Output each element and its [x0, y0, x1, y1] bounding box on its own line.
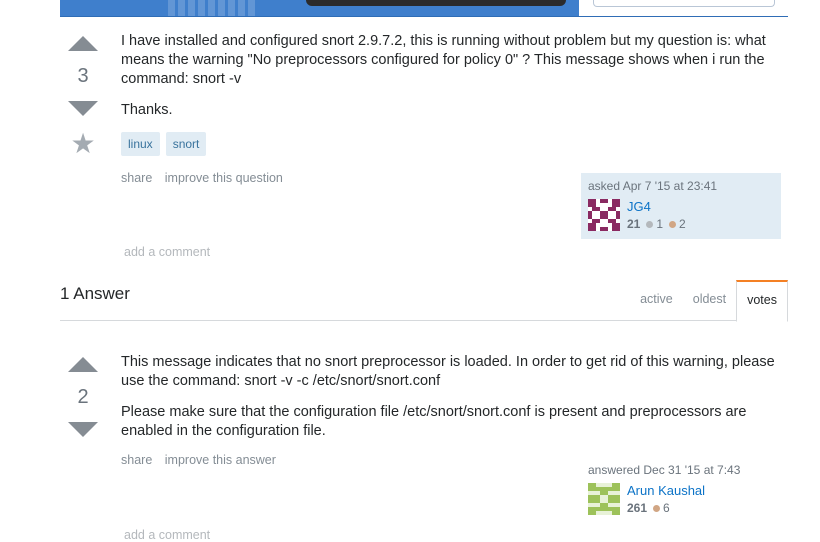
improve-answer-link[interactable]: improve this answer [165, 453, 276, 467]
share-link[interactable]: share [121, 453, 152, 467]
answers-count: 1 Answer [60, 284, 130, 303]
header-decoration [168, 0, 256, 16]
answer-user-signature: answered Dec 31 '15 at 7:43 Arun Kaushal… [581, 457, 781, 523]
answer-paragraph: Please make sure that the configuration … [121, 404, 747, 439]
answer-paragraph: This message indicates that no snort pre… [121, 354, 775, 389]
share-link[interactable]: share [121, 171, 152, 185]
add-comment-link[interactable]: add a comment [124, 245, 210, 259]
header-right-panel [579, 0, 788, 16]
question-tags: linux snort [121, 132, 787, 156]
downvote-arrow-icon[interactable] [68, 422, 98, 437]
answer-vote-cell: 2 [60, 357, 106, 437]
user-avatar[interactable] [588, 199, 620, 231]
favorite-star-icon[interactable]: ★ [60, 130, 106, 158]
question-vote-cell: 3 ★ [60, 36, 106, 158]
user-reputation: 21 1 2 [627, 217, 686, 231]
answer-post-cell: This message indicates that no snort pre… [121, 353, 787, 467]
reputation-score: 21 [627, 217, 641, 231]
answers-header: 1 Answer active oldest votes [60, 280, 788, 322]
site-header [60, 0, 788, 17]
asked-timestamp: asked Apr 7 '15 at 23:41 [588, 179, 718, 193]
bronze-badge-count: 2 [679, 217, 686, 231]
question-owner-signature: asked Apr 7 '15 at 23:41 JG4 21 1 2 [581, 173, 781, 239]
upvote-arrow-icon[interactable] [68, 357, 98, 372]
tag-linux[interactable]: linux [121, 132, 160, 156]
downvote-arrow-icon[interactable] [68, 101, 98, 116]
silver-badge-icon [646, 221, 654, 228]
user-reputation: 261 6 [627, 501, 670, 515]
user-avatar[interactable] [588, 483, 620, 515]
user-name-link[interactable]: JG4 [627, 199, 651, 214]
header-search-bar[interactable] [306, 0, 566, 6]
answers-sort-tabs: active oldest votes [630, 280, 788, 322]
bronze-badge-icon [653, 505, 661, 512]
upvote-arrow-icon[interactable] [68, 36, 98, 51]
tab-active[interactable]: active [630, 280, 683, 320]
answer-vote-count: 2 [77, 386, 89, 408]
user-name-link[interactable]: Arun Kaushal [627, 483, 705, 498]
question-post-cell: I have installed and configured snort 2.… [121, 32, 787, 185]
question-paragraph: Thanks. [121, 102, 173, 118]
header-input[interactable] [593, 0, 775, 7]
tag-snort[interactable]: snort [165, 132, 207, 156]
question-body: I have installed and configured snort 2.… [121, 32, 787, 120]
answer-body: This message indicates that no snort pre… [121, 353, 787, 441]
question-paragraph: I have installed and configured snort 2.… [121, 33, 766, 87]
reputation-score: 261 [627, 501, 648, 515]
improve-question-link[interactable]: improve this question [165, 171, 283, 185]
silver-badge-count: 1 [656, 217, 664, 231]
tab-oldest[interactable]: oldest [683, 280, 736, 320]
bronze-badge-icon [669, 221, 677, 228]
tab-votes[interactable]: votes [736, 280, 788, 322]
answered-timestamp: answered Dec 31 '15 at 7:43 [588, 463, 741, 477]
bronze-badge-count: 6 [663, 501, 670, 515]
question-vote-count: 3 [77, 65, 89, 87]
add-comment-link[interactable]: add a comment [124, 528, 210, 542]
